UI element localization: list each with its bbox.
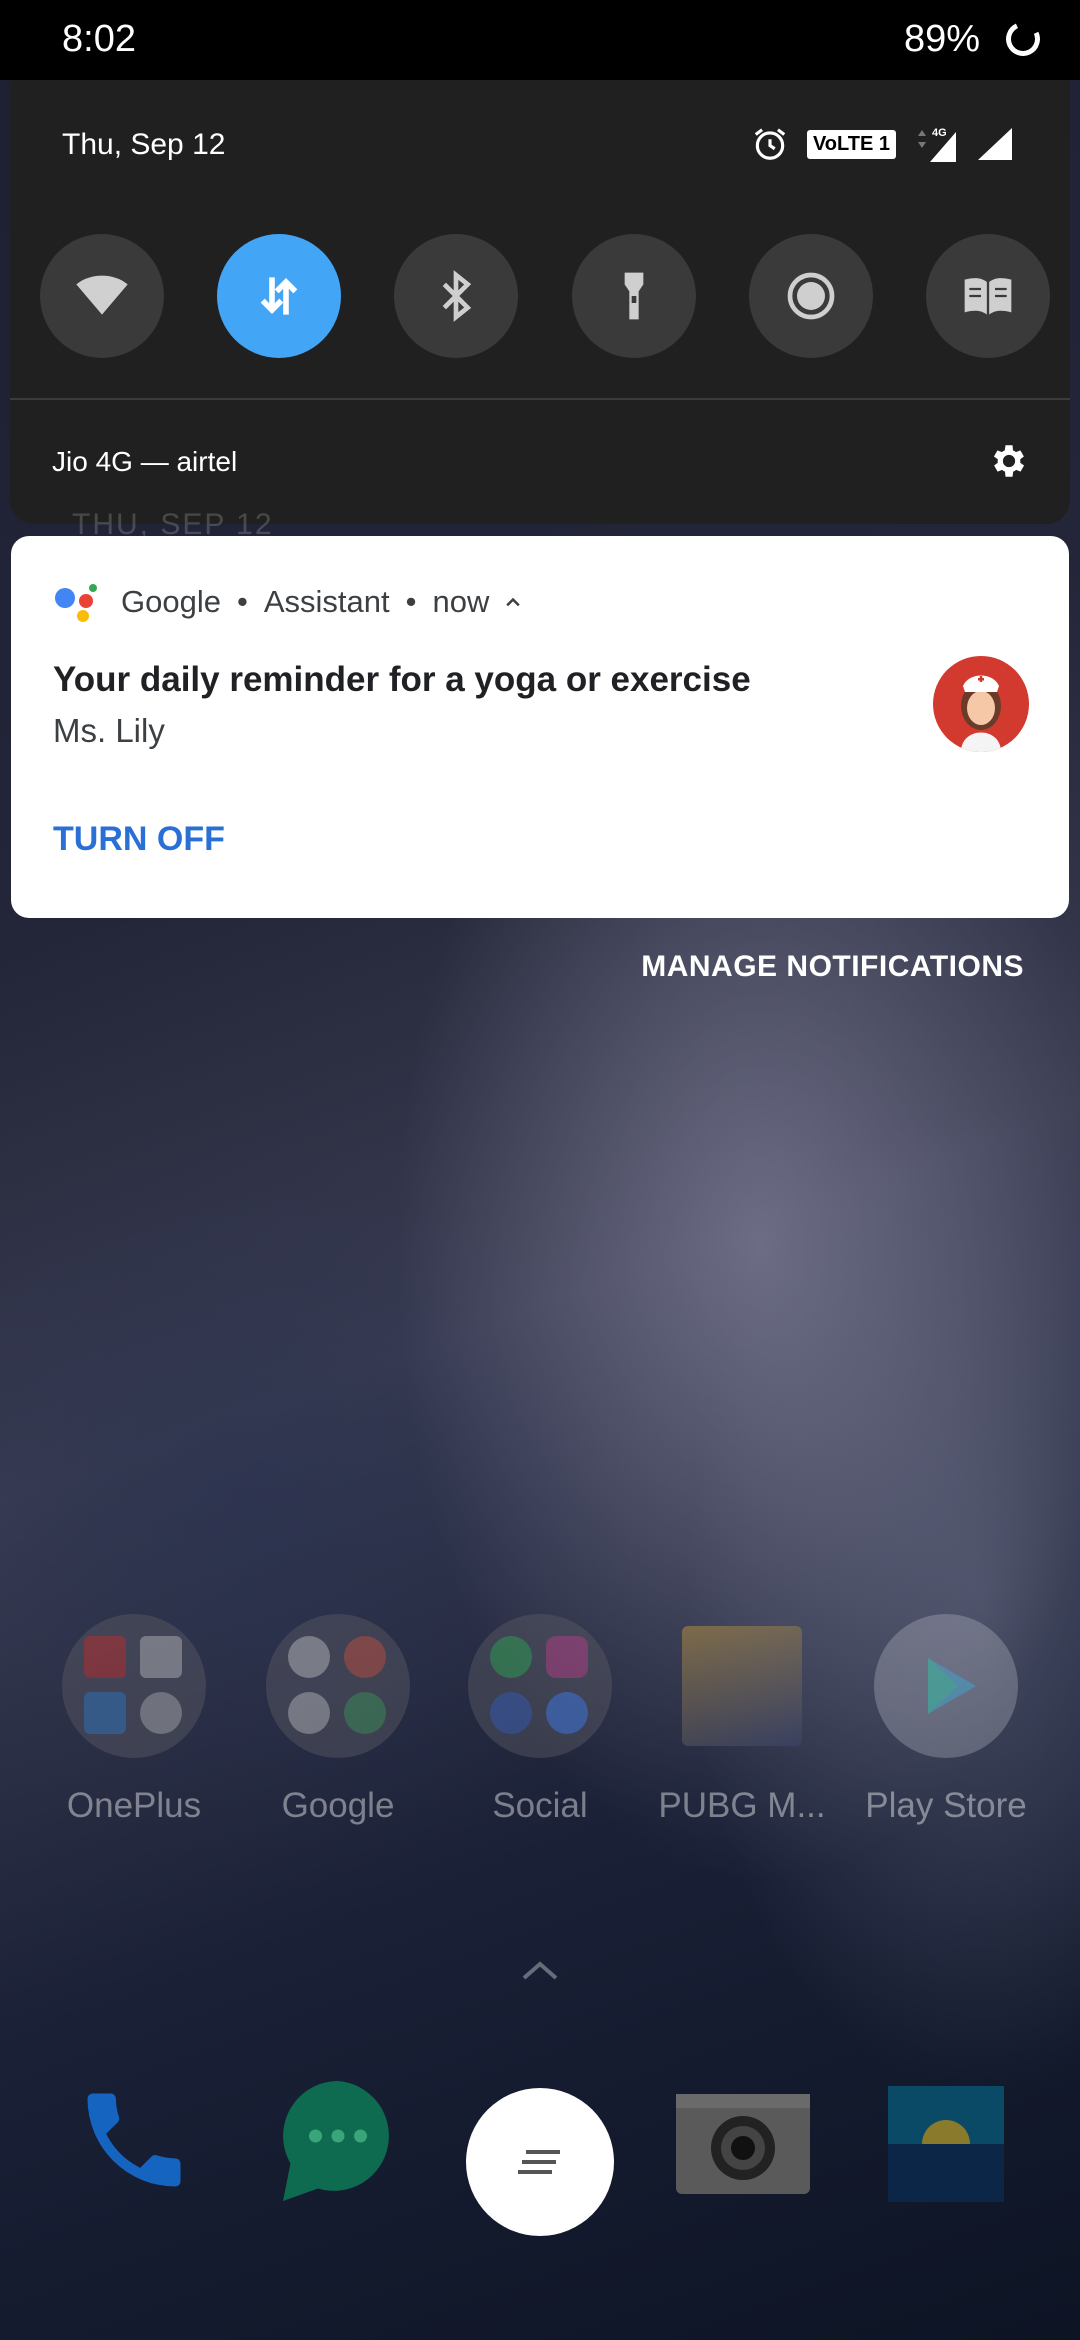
messages-icon[interactable] xyxy=(278,2076,398,2206)
tile-flashlight[interactable] xyxy=(571,234,696,358)
pubg-icon xyxy=(682,1626,802,1746)
camera-icon[interactable] xyxy=(676,2090,810,2194)
battery-percent: 89% xyxy=(903,18,980,60)
app-folder-social[interactable]: Social xyxy=(440,1614,640,1826)
app-label: Play Store xyxy=(865,1786,1027,1825)
notification-card[interactable]: Google • Assistant • now Your daily remi… xyxy=(11,536,1069,918)
tile-screen-record[interactable] xyxy=(748,234,873,358)
qs-date[interactable]: Thu, Sep 12 xyxy=(62,128,225,162)
app-label: Social xyxy=(492,1786,588,1825)
home-button[interactable] xyxy=(466,2088,614,2236)
status-time: 8:02 xyxy=(62,18,136,60)
carrier-label: Jio 4G — airtel xyxy=(52,446,238,477)
app-pubg[interactable]: PUBG M... xyxy=(642,1614,842,1826)
volte-badge: VoLTE 1 xyxy=(806,129,896,159)
tile-mobile-data[interactable] xyxy=(217,234,342,358)
notification-text: Ms. Lily xyxy=(53,712,165,749)
notification-app: Google xyxy=(121,584,221,619)
app-play-store[interactable]: Play Store xyxy=(846,1614,1046,1826)
app-label: OnePlus xyxy=(66,1786,202,1825)
quick-tiles xyxy=(40,234,1050,358)
tile-wifi[interactable] xyxy=(40,234,164,358)
record-icon xyxy=(787,272,835,320)
app-label: Google xyxy=(281,1786,395,1825)
book-icon xyxy=(964,278,1012,315)
nurse-avatar-icon xyxy=(933,656,1029,752)
signal-icon xyxy=(978,128,1012,160)
notification-title: Your daily reminder for a yoga or exerci… xyxy=(53,660,751,699)
google-assistant-icon xyxy=(55,582,99,622)
bluetooth-icon xyxy=(443,270,472,322)
settings-gear-icon[interactable] xyxy=(988,440,1030,482)
alarm-icon xyxy=(754,128,786,160)
app-label: PUBG M... xyxy=(658,1786,826,1825)
separator-dot: • xyxy=(405,584,417,619)
manage-notifications-button[interactable]: MANAGE NOTIFICATIONS xyxy=(641,950,1024,984)
signal-4g-icon: 4G xyxy=(918,127,956,162)
tile-bluetooth[interactable] xyxy=(394,234,519,358)
data-transfer-icon xyxy=(260,277,298,315)
network-type-label: 4G xyxy=(932,127,947,139)
battery-icon xyxy=(1001,17,1045,61)
oneplus-folder-icon xyxy=(62,1614,206,1758)
chevron-up-icon[interactable] xyxy=(503,592,523,612)
social-folder-icon xyxy=(468,1614,612,1758)
turn-off-button[interactable]: TURN OFF xyxy=(53,820,225,859)
qs-divider xyxy=(10,398,1070,400)
separator-dot: • xyxy=(236,584,248,619)
app-folder-oneplus[interactable]: OnePlus xyxy=(34,1614,234,1826)
phone-icon[interactable] xyxy=(72,2078,196,2202)
quick-settings-panel: Thu, Sep 12 VoLTE 1 4G Jio 4G — airtel xyxy=(10,80,1070,524)
notification-header: Google • Assistant • now xyxy=(55,582,523,622)
notification-time: now xyxy=(432,584,490,619)
app-drawer-chevron-icon[interactable] xyxy=(520,1958,560,1982)
wifi-icon xyxy=(76,275,128,315)
tile-reading-mode[interactable] xyxy=(925,234,1050,358)
app-row: OnePlus Google Social PUBG M... Play Sto… xyxy=(0,1614,1080,1844)
flashlight-icon xyxy=(624,272,643,320)
google-folder-icon xyxy=(266,1614,410,1758)
status-bar: 8:02 89% xyxy=(0,0,1080,80)
app-folder-google[interactable]: Google xyxy=(238,1614,438,1826)
notification-source: Assistant xyxy=(263,584,390,619)
qs-status-icons: VoLTE 1 4G xyxy=(751,124,1014,164)
menu-lines-icon xyxy=(518,2150,560,2174)
wallpapers-icon[interactable] xyxy=(888,2086,1004,2202)
play-store-icon xyxy=(874,1614,1018,1758)
